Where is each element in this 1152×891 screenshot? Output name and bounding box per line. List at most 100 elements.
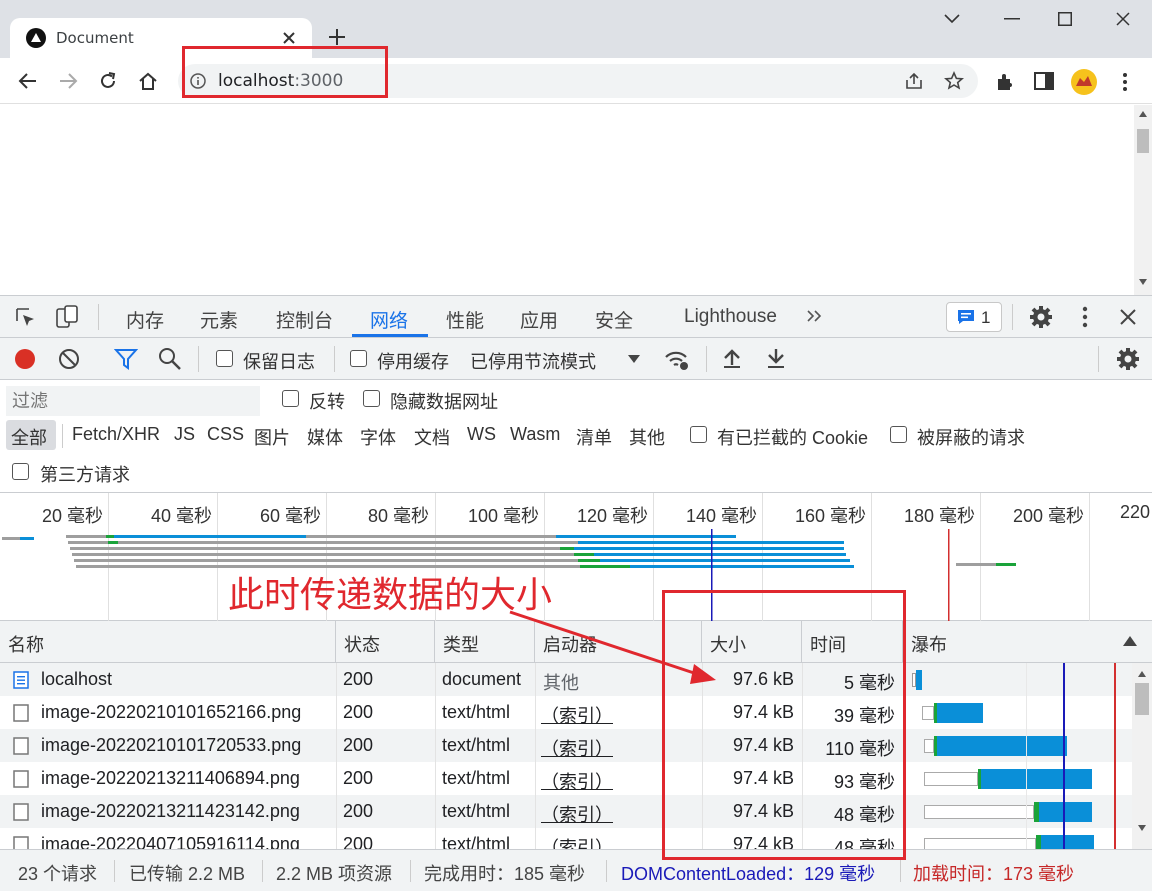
avatar[interactable] xyxy=(1070,68,1098,96)
clear-icon[interactable] xyxy=(58,348,80,370)
filter-icon[interactable] xyxy=(114,348,138,370)
request-initiator-link[interactable]: （索引） xyxy=(541,834,613,849)
request-initiator-link[interactable]: （索引） xyxy=(541,735,613,761)
request-name[interactable]: image-20220210101652166.png xyxy=(41,702,301,723)
close-tab-icon[interactable] xyxy=(282,31,296,45)
overview-tick-label: 140 毫秒 xyxy=(686,506,758,526)
back-icon[interactable] xyxy=(18,72,38,90)
tab-security[interactable]: 安全 xyxy=(595,306,633,333)
devtools: 内存 元素 控制台 网络 性能 应用 安全 Lighthouse 1 保留日志 … xyxy=(0,295,1152,891)
filter-type-fetch-xhr[interactable]: Fetch/XHR xyxy=(72,424,160,445)
tab-search-icon[interactable] xyxy=(944,14,960,24)
file-icon xyxy=(13,836,29,849)
tab-network[interactable]: 网络 xyxy=(370,306,408,333)
column-header-type[interactable]: 类型 xyxy=(435,621,535,663)
blocked-cookies-checkbox[interactable] xyxy=(690,426,707,443)
request-initiator-link[interactable]: （索引） xyxy=(541,801,613,827)
invert-checkbox[interactable] xyxy=(282,390,299,407)
filter-type-ws[interactable]: WS xyxy=(467,424,496,445)
settings-gear-icon[interactable] xyxy=(1029,305,1053,329)
scroll-up-icon[interactable] xyxy=(1139,111,1147,117)
waterfall-bar xyxy=(1039,802,1092,822)
filter-type-css[interactable]: CSS xyxy=(207,424,244,445)
table-scroll-thumb[interactable] xyxy=(1135,683,1149,715)
scroll-up-icon[interactable] xyxy=(1138,671,1146,677)
status-divider xyxy=(900,860,901,882)
hide-data-urls-checkbox[interactable] xyxy=(363,390,380,407)
network-conditions-icon[interactable] xyxy=(664,347,690,371)
filter-type-doc[interactable]: 文档 xyxy=(414,424,450,450)
preserve-log-checkbox[interactable] xyxy=(216,350,233,367)
table-row[interactable]: image-20220213211423142.png 200 text/htm… xyxy=(0,795,1132,828)
filter-input[interactable] xyxy=(6,386,260,416)
request-name[interactable]: localhost xyxy=(41,669,112,690)
tab-application[interactable]: 应用 xyxy=(520,306,558,333)
request-initiator: 其他 xyxy=(543,673,579,693)
scroll-down-icon[interactable] xyxy=(1139,279,1147,285)
network-overview[interactable]: 20 毫秒 40 毫秒 60 毫秒 80 毫秒 100 毫秒 120 毫秒 14… xyxy=(0,493,1152,621)
column-header-name[interactable]: 名称 xyxy=(0,621,336,663)
table-row[interactable]: image-20220213211406894.png 200 text/htm… xyxy=(0,762,1132,795)
request-initiator-link[interactable]: （索引） xyxy=(541,768,613,794)
filter-type-media[interactable]: 媒体 xyxy=(307,424,343,450)
tab-performance[interactable]: 性能 xyxy=(446,306,484,333)
tab-memory[interactable]: 内存 xyxy=(126,306,164,333)
viewport-scroll-thumb[interactable] xyxy=(1137,129,1149,153)
tab-lighthouse[interactable]: Lighthouse xyxy=(684,306,777,328)
filter-type-font[interactable]: 字体 xyxy=(360,424,396,450)
side-panel-icon[interactable] xyxy=(1034,72,1054,90)
viewport-scrollbar[interactable] xyxy=(1134,105,1152,295)
bookmark-star-icon[interactable] xyxy=(944,71,964,91)
tab-console[interactable]: 控制台 xyxy=(276,306,333,333)
maximize-icon[interactable] xyxy=(1058,12,1072,26)
import-har-icon[interactable] xyxy=(722,347,742,369)
inspect-element-icon[interactable] xyxy=(14,306,36,328)
column-header-status[interactable]: 状态 xyxy=(336,621,435,663)
waterfall-dcl-line xyxy=(1063,663,1065,849)
close-devtools-icon[interactable] xyxy=(1120,309,1136,325)
disable-cache-checkbox[interactable] xyxy=(350,350,367,367)
table-row[interactable]: localhost 200 document 其他 97.6 kB 5 毫秒 xyxy=(0,663,1132,696)
extensions-icon[interactable] xyxy=(994,71,1016,93)
more-tabs-icon[interactable] xyxy=(806,309,822,323)
close-window-icon[interactable] xyxy=(1116,12,1130,26)
tab-elements[interactable]: 元素 xyxy=(200,306,238,333)
request-count: 23 个请求 xyxy=(18,864,98,884)
browser-menu-icon[interactable] xyxy=(1122,72,1128,92)
filter-type-manifest[interactable]: 清单 xyxy=(576,424,612,450)
devtools-menu-icon[interactable] xyxy=(1082,306,1088,328)
request-name[interactable]: image-20220407105916114.png xyxy=(41,834,300,849)
home-icon[interactable] xyxy=(138,71,158,91)
table-row[interactable]: image-20220407105916114.png 200 text/htm… xyxy=(0,828,1132,849)
network-settings-icon[interactable] xyxy=(1116,347,1140,371)
record-icon[interactable] xyxy=(14,348,36,370)
blocked-requests-checkbox[interactable] xyxy=(890,426,907,443)
request-initiator-link[interactable]: （索引） xyxy=(541,702,613,728)
minimize-icon[interactable] xyxy=(1004,18,1020,20)
filter-type-all[interactable]: 全部 xyxy=(6,420,56,450)
request-name[interactable]: image-20220210101720533.png xyxy=(41,735,301,756)
filter-type-js[interactable]: JS xyxy=(174,424,195,445)
filter-type-img[interactable]: 图片 xyxy=(254,424,290,450)
filter-type-wasm[interactable]: Wasm xyxy=(510,424,560,445)
reload-icon[interactable] xyxy=(98,71,118,91)
third-party-checkbox[interactable] xyxy=(12,463,29,480)
table-row[interactable]: image-20220210101720533.png 200 text/htm… xyxy=(0,729,1132,762)
waterfall-load-line xyxy=(1114,663,1116,849)
request-name[interactable]: image-20220213211406894.png xyxy=(41,768,300,789)
table-row[interactable]: image-20220210101652166.png 200 text/htm… xyxy=(0,696,1132,729)
table-scrollbar[interactable] xyxy=(1132,663,1152,849)
search-icon[interactable] xyxy=(158,347,182,371)
forward-icon[interactable] xyxy=(58,72,78,90)
device-toolbar-icon[interactable] xyxy=(56,305,78,329)
issues-button[interactable]: 1 xyxy=(946,302,1002,332)
waterfall-wait-bar xyxy=(924,805,1034,819)
share-icon[interactable] xyxy=(904,72,924,90)
throttling-select[interactable]: 已停用节流模式 xyxy=(470,346,646,372)
export-har-icon[interactable] xyxy=(766,347,786,369)
filter-type-other[interactable]: 其他 xyxy=(629,424,665,450)
request-name[interactable]: image-20220213211423142.png xyxy=(41,801,300,822)
new-tab-icon[interactable] xyxy=(328,28,346,46)
scroll-down-icon[interactable] xyxy=(1138,825,1146,831)
column-header-waterfall[interactable]: 瀑布 xyxy=(903,621,1152,663)
